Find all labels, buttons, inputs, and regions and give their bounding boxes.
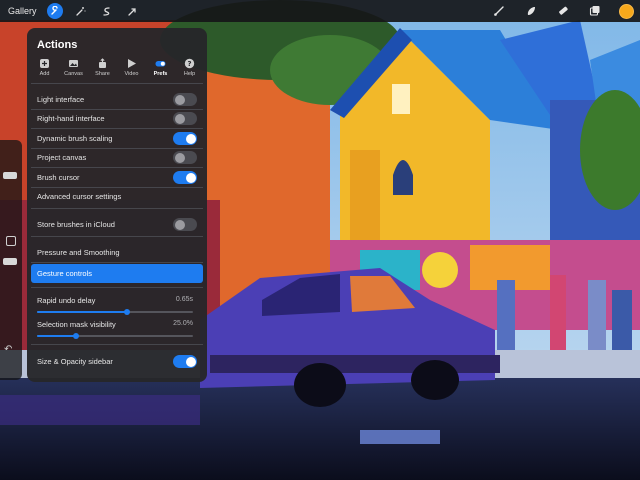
- dynamic-brush-scaling-toggle[interactable]: [173, 132, 197, 145]
- pref-label: Project canvas: [37, 153, 87, 162]
- undo-icon[interactable]: ↶: [4, 344, 12, 355]
- video-play-icon: [128, 59, 136, 68]
- pref-pressure-smoothing[interactable]: Pressure and Smoothing: [31, 243, 203, 262]
- pref-size-opacity-sidebar[interactable]: Size & Opacity sidebar: [31, 352, 203, 371]
- eraser-icon[interactable]: [555, 3, 571, 19]
- pref-dynamic-brush-scaling[interactable]: Dynamic brush scaling: [31, 129, 203, 148]
- pref-brush-cursor[interactable]: Brush cursor: [31, 168, 203, 187]
- pref-label: Gesture controls: [37, 269, 93, 278]
- pref-label: Size & Opacity sidebar: [37, 357, 113, 366]
- layers-icon[interactable]: [587, 3, 603, 19]
- help-icon: ?: [184, 58, 195, 69]
- brush-size-slider[interactable]: [3, 172, 17, 179]
- svg-text:?: ?: [187, 60, 191, 68]
- brush-icon[interactable]: [491, 3, 507, 19]
- toolbar-left-group: Gallery: [8, 0, 141, 22]
- toolbar-right-group: [491, 0, 634, 22]
- brush-cursor-toggle[interactable]: [173, 171, 197, 184]
- selection-mask-slider[interactable]: [37, 333, 193, 339]
- divider: [31, 236, 203, 237]
- pref-gesture-controls[interactable]: Gesture controls: [31, 264, 203, 283]
- divider: [31, 344, 203, 345]
- transform-arrow-icon[interactable]: [125, 3, 141, 19]
- size-opacity-sidebar-toggle[interactable]: [173, 355, 197, 368]
- size-opacity-sidebar: ↶: [0, 140, 22, 380]
- tab-add[interactable]: Add: [31, 58, 58, 77]
- store-brushes-toggle[interactable]: [173, 218, 197, 231]
- pref-label: Store brushes in iCloud: [37, 220, 115, 229]
- right-hand-interface-toggle[interactable]: [173, 112, 197, 125]
- rapid-undo-slider[interactable]: [37, 309, 193, 315]
- top-toolbar: Gallery: [0, 0, 640, 22]
- brush-opacity-slider[interactable]: [3, 258, 17, 265]
- divider: [31, 287, 203, 288]
- pref-advanced-cursor-settings[interactable]: Advanced cursor settings: [31, 187, 203, 206]
- wrench-icon[interactable]: [46, 3, 63, 19]
- actions-tabs: Add Canvas Share Video Prefs ? Help: [31, 58, 203, 77]
- pref-selection-mask-visibility: Selection mask visibility 25.0%: [31, 315, 203, 334]
- divider: [31, 208, 203, 209]
- actions-panel: Actions Add Canvas Share Video Prefs ? H…: [27, 28, 207, 382]
- pref-label: Dynamic brush scaling: [37, 134, 113, 143]
- tab-share[interactable]: Share: [89, 58, 116, 77]
- project-canvas-toggle[interactable]: [173, 151, 197, 164]
- tab-video[interactable]: Video: [118, 58, 145, 77]
- tab-label: Help: [183, 71, 196, 77]
- tab-label: Video: [124, 71, 139, 77]
- tab-label: Add: [39, 71, 50, 77]
- divider: [31, 262, 203, 263]
- slider-thumb[interactable]: [73, 333, 79, 339]
- pref-label: Light interface: [37, 95, 85, 104]
- modify-button[interactable]: [6, 236, 16, 246]
- tab-prefs[interactable]: Prefs: [147, 58, 174, 77]
- pref-label: Selection mask visibility: [37, 320, 116, 329]
- panel-title: Actions: [37, 39, 78, 51]
- pref-label: Pressure and Smoothing: [37, 248, 120, 257]
- gallery-button[interactable]: Gallery: [8, 6, 37, 16]
- light-interface-toggle[interactable]: [173, 93, 197, 106]
- rapid-undo-value: 0.65s: [175, 296, 193, 303]
- pref-label: Right-hand interface: [37, 114, 105, 123]
- add-icon: [40, 59, 49, 68]
- tab-label: Canvas: [64, 71, 83, 77]
- selection-mask-value: 25.0%: [173, 320, 193, 327]
- tab-label: Prefs: [153, 71, 168, 77]
- magic-wand-icon[interactable]: [73, 3, 89, 19]
- share-icon: [99, 58, 106, 68]
- divider: [31, 83, 203, 84]
- pref-label: Brush cursor: [37, 173, 80, 182]
- canvas-icon: [69, 60, 78, 67]
- slider-fill: [37, 335, 76, 337]
- pref-right-hand-interface[interactable]: Right-hand interface: [31, 109, 203, 128]
- pref-label: Rapid undo delay: [37, 296, 96, 305]
- color-picker-button[interactable]: [619, 3, 634, 19]
- pref-store-brushes-icloud[interactable]: Store brushes in iCloud: [31, 215, 203, 234]
- pref-project-canvas[interactable]: Project canvas: [31, 148, 203, 167]
- slider-fill: [37, 311, 128, 313]
- tab-help[interactable]: ? Help: [176, 58, 203, 77]
- pref-label: Advanced cursor settings: [37, 192, 122, 201]
- tab-canvas[interactable]: Canvas: [60, 58, 87, 77]
- selection-icon[interactable]: [99, 3, 115, 19]
- pref-rapid-undo-delay: Rapid undo delay 0.65s: [31, 291, 203, 310]
- pref-light-interface[interactable]: Light interface: [31, 90, 203, 109]
- smudge-icon[interactable]: [523, 3, 539, 19]
- prefs-toggle-icon: [155, 61, 166, 67]
- tab-label: Share: [95, 71, 110, 77]
